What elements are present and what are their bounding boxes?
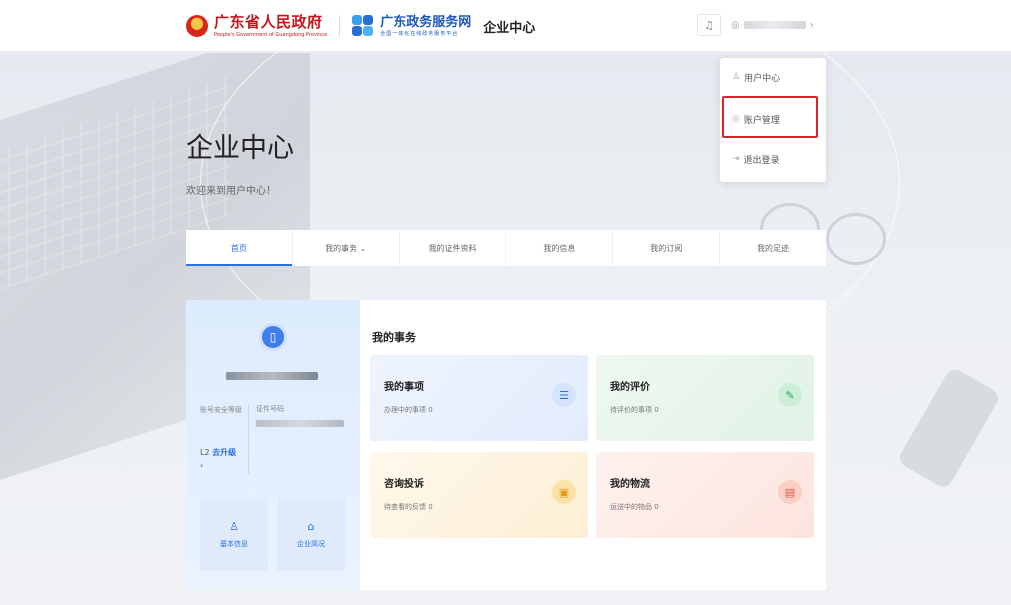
tile-my-logistics[interactable]: 我的物流 运送中的物品 0 ▤ <box>596 452 814 538</box>
basic-info-icon: ♙ <box>229 519 239 533</box>
tile-title: 我的物流 <box>610 479 650 490</box>
tab-my-info[interactable]: 我的信息 <box>506 230 614 266</box>
menu-item-label: 退出登录 <box>743 155 780 166</box>
list-icon: ☰ <box>552 383 576 407</box>
upgrade-arrow-icon[interactable]: › <box>200 461 203 470</box>
chevron-icon: › <box>809 19 814 31</box>
enterprise-profile-label: 企业简况 <box>297 539 325 548</box>
gov-logo[interactable]: 广东省人民政府 People's Government of Guangdong… <box>214 12 328 38</box>
national-emblem-icon <box>186 15 208 37</box>
portal-name: 广东政务服务网 <box>380 14 472 30</box>
profile-divider <box>248 404 249 474</box>
upgrade-link[interactable]: 去升级 <box>212 448 236 457</box>
menu-item-user-center[interactable]: ♙ 用户中心 <box>720 62 826 92</box>
notification-button[interactable]: ♫ <box>697 14 721 36</box>
logout-icon: ⇥ <box>732 154 740 164</box>
id-number-redacted <box>256 420 344 427</box>
menu-item-logout[interactable]: ⇥ 退出登录 <box>720 144 826 174</box>
avatar: ▯ <box>259 323 287 351</box>
highlight-box <box>722 96 818 138</box>
user-icon: ◎ <box>731 19 740 31</box>
gov-name-en: People's Government of Guangdong Provinc… <box>214 31 328 38</box>
tab-my-subscriptions[interactable]: 我的订阅 <box>613 230 721 266</box>
watch-decoration <box>896 365 1002 491</box>
bell-icon: ♫ <box>704 18 714 32</box>
logistics-icon: ▤ <box>778 480 802 504</box>
tile-subtitle: 运送中的物品 0 <box>610 503 659 511</box>
main-nav-tabs: 首页 我的事务 ⌄ 我的证件资料 我的信息 我的订阅 我的足迹 <box>186 230 826 266</box>
tile-title: 我的评价 <box>610 382 650 393</box>
basic-info-label: 基本信息 <box>220 539 248 548</box>
tile-consult-complaint[interactable]: 咨询投诉 待查看的反馈 0 ▣ <box>370 452 588 538</box>
user-menu-trigger[interactable]: ◎ › <box>731 14 825 36</box>
account-level-label: 账号安全等级 <box>200 406 242 414</box>
tile-subtitle: 办理中的事项 0 <box>384 406 433 414</box>
tile-title: 咨询投诉 <box>384 479 424 490</box>
profile-panel: ▯ 账号安全等级 L2 去升级 › 证件号码 ♙ 基本信息 ⌂ 企业简况 <box>186 300 360 590</box>
id-number-label: 证件号码 <box>256 405 284 413</box>
header-divider <box>339 15 341 37</box>
tab-home[interactable]: 首页 <box>186 230 293 266</box>
edit-icon: ✎ <box>778 383 802 407</box>
basic-info-button[interactable]: ♙ 基本信息 <box>200 497 268 571</box>
tab-my-footprints[interactable]: 我的足迹 <box>720 230 826 266</box>
enterprise-name-redacted <box>226 372 318 380</box>
level-value: L2 <box>200 448 210 457</box>
tab-my-documents[interactable]: 我的证件资料 <box>400 230 507 266</box>
page-title: 企业中心 <box>186 133 294 164</box>
account-level: L2 去升级 <box>200 447 236 458</box>
tile-my-items[interactable]: 我的事项 办理中的事项 0 ☰ <box>370 355 588 441</box>
tile-title: 我的事项 <box>384 382 424 393</box>
site-name[interactable]: 企业中心 <box>483 17 535 36</box>
glasses-decoration <box>826 213 886 265</box>
enterprise-profile-button[interactable]: ⌂ 企业简况 <box>277 497 345 571</box>
tile-subtitle: 待评价的事项 0 <box>610 406 659 414</box>
content-card: ▯ 账号安全等级 L2 去升级 › 证件号码 ♙ 基本信息 ⌂ 企业简况 我的事… <box>186 300 826 590</box>
tile-my-reviews[interactable]: 我的评价 待评价的事项 0 ✎ <box>596 355 814 441</box>
portal-logo[interactable]: 广东政务服务网 全国一体化在线政务服务平台 <box>380 16 471 37</box>
top-header: 广东省人民政府 People's Government of Guangdong… <box>0 0 1011 52</box>
affairs-heading: 我的事务 <box>372 331 416 344</box>
menu-item-label: 用户中心 <box>744 73 781 84</box>
username-redacted <box>743 21 806 29</box>
tab-my-affairs[interactable]: 我的事务 ⌄ <box>293 230 400 266</box>
feedback-icon: ▣ <box>552 480 576 504</box>
header-logos: 广东省人民政府 People's Government of Guangdong… <box>186 0 535 52</box>
page-subtitle: 欢迎来到用户中心！ <box>186 186 276 197</box>
tile-subtitle: 待查看的反馈 0 <box>384 503 433 511</box>
portal-logo-icon <box>352 15 374 37</box>
gov-name: 广东省人民政府 <box>214 12 323 31</box>
enterprise-icon: ⌂ <box>307 519 315 533</box>
user-icon: ♙ <box>732 72 741 82</box>
portal-slogan: 全国一体化在线政务服务平台 <box>380 30 459 37</box>
